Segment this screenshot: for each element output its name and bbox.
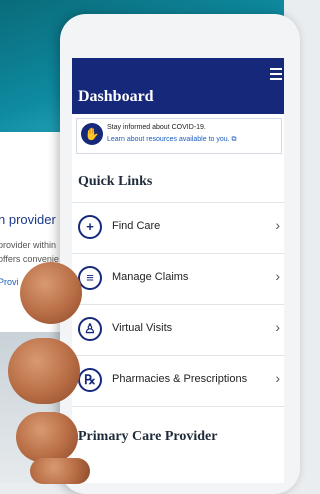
prescription-icon: ℞ — [78, 368, 102, 392]
quick-link-pharmacies[interactable]: ℞ Pharmacies & Prescriptions › — [72, 355, 284, 406]
alert-text: Stay informed about COVID-19. — [107, 124, 206, 131]
quick-link-virtual-visits[interactable]: ♙ Virtual Visits › — [72, 304, 284, 355]
chevron-right-icon: › — [275, 370, 280, 386]
primary-care-section: Primary Care Provider — [72, 406, 284, 483]
quick-link-find-care[interactable]: + Find Care › — [72, 202, 284, 253]
page-title: Dashboard — [78, 88, 154, 105]
chevron-right-icon: › — [275, 268, 280, 284]
quick-link-label: Find Care — [112, 220, 161, 232]
chevron-right-icon: › — [275, 319, 280, 335]
hamburger-menu-icon[interactable] — [270, 68, 282, 83]
quick-link-label: Pharmacies & Prescriptions — [112, 373, 248, 385]
finger-image — [30, 458, 90, 484]
quick-link-label: Virtual Visits — [112, 322, 173, 334]
background-card-link: Provi — [0, 277, 19, 287]
plus-icon: + — [78, 215, 102, 239]
background-card-heading: n provider — [0, 212, 56, 227]
hand-icon: ✋ — [81, 123, 103, 145]
document-icon: ≡ — [78, 266, 102, 290]
quick-link-label: Manage Claims — [112, 271, 189, 283]
primary-care-title: Primary Care Provider — [78, 429, 218, 444]
finger-image — [20, 262, 82, 324]
quick-link-manage-claims[interactable]: ≡ Manage Claims › — [72, 253, 284, 304]
app-header: Dashboard — [72, 58, 284, 114]
external-link-icon: ⧉ — [231, 136, 237, 143]
doctor-icon: ♙ — [78, 317, 102, 341]
app-screen: Dashboard ✋ Stay informed about COVID-19… — [72, 58, 284, 483]
chevron-right-icon: › — [275, 217, 280, 233]
alert-link[interactable]: Learn about resources available to you. … — [107, 136, 237, 144]
quick-links-title: Quick Links — [78, 174, 153, 189]
background-card-text: provider within — [0, 240, 57, 250]
covid-alert-banner[interactable]: ✋ Stay informed about COVID-19. Learn ab… — [76, 118, 282, 154]
finger-image — [8, 338, 80, 404]
finger-image — [16, 412, 78, 462]
